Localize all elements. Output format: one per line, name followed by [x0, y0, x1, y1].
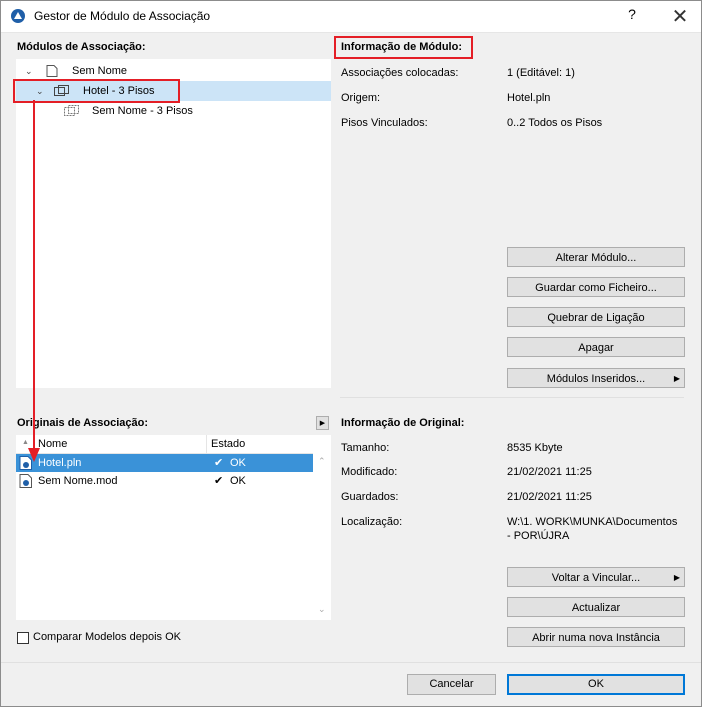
compare-label[interactable]: Comparar Modelos depois OK: [33, 631, 181, 643]
inserted-modules-label: Módulos Inseridos...: [546, 373, 646, 385]
info-value: Hotel.pln: [507, 92, 551, 104]
file-name: Sem Nome.mod: [38, 475, 118, 487]
modules-tree[interactable]: ⌄ Sem Nome ⌄ Hotel - 3 Pisos Sem Nome - …: [16, 59, 331, 388]
checkmark-icon: ✔: [214, 457, 224, 469]
relink-label: Voltar a Vincular...: [551, 572, 641, 584]
info-key: Guardados:: [341, 491, 399, 503]
section-divider: [340, 397, 684, 398]
info-value: 0..2 Todos os Pisos: [507, 117, 603, 129]
relink-button[interactable]: Voltar a Vincular... ▶: [507, 567, 685, 587]
tree-item-label: Sem Nome - 3 Pisos: [92, 105, 193, 117]
info-value-continued: - POR\ÚJRA: [507, 530, 570, 542]
triangle-right-icon: ▶: [673, 374, 680, 383]
help-button[interactable]: ?: [620, 6, 644, 26]
checkmark-icon: ✔: [214, 475, 224, 487]
module-instance-icon: [64, 105, 79, 116]
list-item[interactable]: Hotel.pln ✔ OK: [16, 454, 313, 472]
info-value: 8535 Kbyte: [507, 442, 563, 454]
info-value: W:\1. WORK\MUNKA\Documentos: [507, 516, 678, 528]
inserted-modules-button[interactable]: Módulos Inseridos... ▶: [507, 368, 685, 388]
delete-button[interactable]: Apagar: [507, 337, 685, 357]
info-key: Tamanho:: [341, 442, 390, 454]
ok-button[interactable]: OK: [507, 674, 685, 695]
modules-label: Módulos de Associação:: [17, 41, 146, 53]
change-module-button[interactable]: Alterar Módulo...: [507, 247, 685, 267]
window-title: Gestor de Módulo de Associação: [34, 9, 211, 23]
footer-divider: [0, 662, 702, 663]
scroll-down-icon[interactable]: ⌄: [318, 604, 326, 615]
info-key: Pisos Vinculados:: [341, 117, 428, 129]
file-icon: [46, 65, 58, 77]
column-divider[interactable]: [206, 435, 207, 453]
tree-item-sem-nome[interactable]: ⌄ Sem Nome: [16, 61, 331, 81]
mod-file-icon: [19, 474, 32, 488]
archicad-app-icon: [11, 9, 25, 23]
tree-item-sem-nome-3-pisos[interactable]: Sem Nome - 3 Pisos: [16, 101, 331, 121]
break-link-button[interactable]: Quebrar de Ligação: [507, 307, 685, 327]
info-key: Modificado:: [341, 466, 398, 478]
file-name: Hotel.pln: [38, 457, 82, 469]
highlight-box-module-info: [334, 36, 473, 59]
chevron-down-icon[interactable]: ⌄: [25, 61, 33, 81]
status-text: OK: [230, 457, 246, 469]
info-value: 21/02/2021 11:25: [507, 466, 592, 478]
info-value: 1 (Editável: 1): [507, 67, 575, 79]
status-text: OK: [230, 475, 246, 487]
column-name[interactable]: Nome: [38, 435, 67, 453]
scroll-up-icon[interactable]: ⌃: [318, 456, 326, 467]
open-new-instance-button[interactable]: Abrir numa nova Instância: [507, 627, 685, 647]
list-header: ▲ Nome Estado: [16, 435, 313, 454]
save-as-file-button[interactable]: Guardar como Ficheiro...: [507, 277, 685, 297]
info-key: Associações colocadas:: [341, 67, 459, 79]
info-value: 21/02/2021 11:25: [507, 491, 592, 503]
triangle-right-icon: ▶: [673, 573, 680, 582]
list-item[interactable]: Sem Nome.mod ✔ OK: [16, 472, 313, 490]
info-key: Origem:: [341, 92, 381, 104]
column-status[interactable]: Estado: [211, 435, 245, 453]
expand-arrow-button[interactable]: ▶: [316, 416, 329, 430]
originals-list[interactable]: ▲ Nome Estado Hotel.pln ✔ OK Sem Nome.mo…: [16, 435, 331, 620]
cancel-button[interactable]: Cancelar: [407, 674, 496, 695]
annotation-arrow: [28, 100, 40, 462]
scrollbar[interactable]: ⌃ ⌄: [314, 454, 331, 620]
tree-item-label: Sem Nome: [72, 65, 128, 77]
info-key: Localização:: [341, 516, 403, 528]
compare-checkbox[interactable]: [17, 632, 29, 644]
update-button[interactable]: Actualizar: [507, 597, 685, 617]
original-info-label: Informação de Original:: [341, 417, 465, 429]
close-button[interactable]: ✕: [668, 4, 692, 28]
